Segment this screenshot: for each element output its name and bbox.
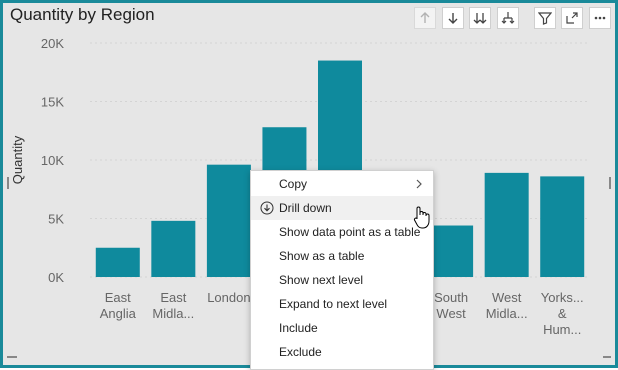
resize-handle-bottom-right[interactable] — [603, 356, 611, 358]
visual-title: Quantity by Region — [10, 5, 155, 24]
menu-item-label: Show as a table — [279, 249, 365, 263]
menu-item-label: Copy — [279, 177, 308, 191]
x-tick-label: Hum... — [543, 322, 581, 337]
menu-item-label: Expand to next level — [279, 297, 388, 311]
drill-down-circle-icon — [260, 201, 274, 215]
bar[interactable] — [484, 172, 529, 277]
menu-item-label: Show data point as a table — [279, 225, 421, 239]
x-tick-label: Midla... — [486, 306, 528, 321]
x-tick-label: Anglia — [100, 306, 137, 321]
context-menu: Copy Drill down Show data point as a tab… — [250, 170, 434, 370]
more-options-icon[interactable] — [589, 7, 611, 29]
y-tick-label: 0K — [48, 270, 64, 285]
menu-item-label: Drill down — [279, 201, 332, 215]
bar[interactable] — [151, 220, 196, 277]
menu-item-copy[interactable]: Copy — [251, 172, 433, 196]
y-tick-label: 20K — [41, 36, 64, 51]
menu-item-expand-to-next-level[interactable]: Expand to next level — [251, 292, 433, 316]
hand-cursor-icon — [413, 206, 430, 229]
focus-mode-icon[interactable] — [561, 7, 583, 29]
x-tick-label: Yorks... — [541, 290, 584, 305]
drill-up-icon[interactable] — [414, 7, 436, 29]
go-to-next-level-icon[interactable] — [469, 7, 491, 29]
menu-item-include[interactable]: Include — [251, 316, 433, 340]
y-tick-label: 15K — [41, 95, 64, 110]
x-tick-label: & — [558, 306, 567, 321]
x-tick-label: Midla... — [152, 306, 194, 321]
menu-item-show-as-table[interactable]: Show as a table — [251, 244, 433, 268]
x-tick-label: East — [105, 290, 131, 305]
x-tick-label: West — [436, 306, 466, 321]
resize-handle-bottom-left[interactable] — [7, 356, 17, 358]
x-tick-label: West — [492, 290, 522, 305]
x-tick-label: East — [160, 290, 186, 305]
menu-item-show-next-level[interactable]: Show next level — [251, 268, 433, 292]
menu-item-label: Exclude — [279, 345, 322, 359]
resize-handle-right[interactable] — [609, 177, 611, 189]
resize-handle-left[interactable] — [7, 177, 9, 189]
x-tick-label: London — [207, 290, 250, 305]
expand-hierarchy-icon[interactable] — [497, 7, 519, 29]
y-axis-label: Quantity — [10, 135, 25, 184]
y-tick-label: 10K — [41, 153, 64, 168]
y-tick-label: 5K — [48, 212, 64, 227]
bar[interactable] — [429, 225, 474, 277]
menu-item-exclude[interactable]: Exclude — [251, 340, 433, 364]
bar[interactable] — [206, 164, 251, 277]
x-tick-label: South — [434, 290, 468, 305]
bar[interactable] — [95, 247, 140, 277]
filter-icon[interactable] — [534, 7, 556, 29]
chevron-right-icon — [416, 179, 422, 189]
menu-item-label: Show next level — [279, 273, 364, 287]
menu-item-show-data-point-as-table[interactable]: Show data point as a table — [251, 220, 433, 244]
bar[interactable] — [540, 176, 585, 277]
drill-down-mode-icon[interactable] — [442, 7, 464, 29]
menu-item-label: Include — [279, 321, 318, 335]
menu-item-drill-down[interactable]: Drill down — [251, 196, 433, 220]
